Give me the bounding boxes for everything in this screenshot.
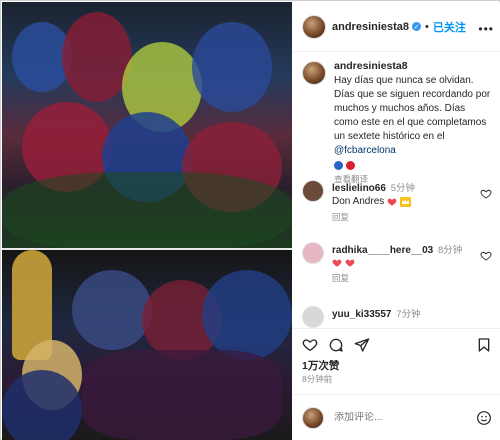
share-send-icon[interactable] bbox=[354, 337, 370, 353]
author-avatar[interactable] bbox=[302, 14, 326, 39]
more-options-icon[interactable]: ••• bbox=[478, 22, 494, 36]
comment-text: Don Andres bbox=[332, 196, 472, 207]
comment-bubble-icon[interactable] bbox=[328, 337, 344, 353]
trophy-photo bbox=[2, 250, 292, 440]
comment-text bbox=[332, 258, 472, 268]
post-details-panel: andresiniesta8 ✓ • 已关注 ••• andresiniesta… bbox=[292, 2, 500, 440]
team-celebration-photo bbox=[2, 2, 292, 248]
red-heart-emoji-icon bbox=[387, 198, 397, 206]
comment-time: 5分钟 bbox=[390, 183, 415, 194]
post-header: andresiniesta8 ✓ • 已关注 ••• bbox=[292, 2, 500, 52]
like-comment-heart-icon[interactable] bbox=[480, 188, 492, 200]
caption-text: Hay días que nunca se olvidan. Días que … bbox=[334, 74, 492, 158]
commenter-avatar[interactable] bbox=[302, 180, 324, 202]
post-timestamp: 8分钟前 bbox=[302, 374, 333, 384]
following-button[interactable]: 已关注 bbox=[433, 19, 466, 35]
post-window: andresiniesta8 ✓ • 已关注 ••• andresiniesta… bbox=[0, 0, 500, 440]
post-caption: andresiniesta8 Hay días que nunca se olv… bbox=[292, 52, 500, 185]
red-circle-emoji-icon bbox=[346, 161, 355, 170]
emoji-picker-icon[interactable] bbox=[476, 410, 492, 426]
like-heart-icon[interactable] bbox=[302, 337, 318, 353]
like-count[interactable]: 1万次赞 bbox=[302, 358, 339, 373]
comment-time: 8分钟 bbox=[437, 245, 463, 256]
comment-item: yuu_ki33557 7分钟 bbox=[302, 306, 496, 328]
add-comment-bar bbox=[292, 394, 500, 440]
caption-author-avatar[interactable] bbox=[302, 61, 326, 85]
comment-text-content: Don Andres bbox=[332, 196, 385, 207]
reply-button[interactable]: 回复 bbox=[332, 211, 472, 223]
commenter-avatar[interactable] bbox=[302, 242, 324, 264]
commenter-username[interactable]: yuu_ki33557 bbox=[332, 309, 392, 320]
commenter-username[interactable]: leslielino66 bbox=[332, 183, 386, 194]
comment-item: radhika____here__03 8分钟 回复 bbox=[302, 242, 496, 284]
add-comment-input[interactable] bbox=[334, 412, 464, 423]
caption-body-text: Hay días que nunca se olvidan. Días que … bbox=[334, 75, 491, 142]
blue-circle-emoji-icon bbox=[334, 161, 343, 170]
caption-username[interactable]: andresiniesta8 bbox=[334, 60, 492, 72]
mention-link[interactable]: @fcbarcelona bbox=[334, 145, 396, 156]
separator-dot: • bbox=[425, 20, 429, 33]
current-user-avatar bbox=[302, 406, 324, 429]
save-bookmark-icon[interactable] bbox=[476, 337, 492, 353]
verified-badge-icon: ✓ bbox=[412, 22, 422, 31]
caption-emojis bbox=[334, 161, 492, 170]
author-username[interactable]: andresiniesta8 bbox=[332, 21, 409, 33]
comment-time: 7分钟 bbox=[396, 309, 421, 320]
red-heart-emoji-icon bbox=[332, 259, 342, 267]
reply-button[interactable]: 回复 bbox=[332, 272, 472, 284]
crown-emoji-icon bbox=[400, 196, 412, 207]
commenter-avatar[interactable] bbox=[302, 306, 324, 328]
post-photo[interactable] bbox=[2, 2, 292, 440]
like-comment-heart-icon[interactable] bbox=[480, 250, 492, 262]
commenter-username[interactable]: radhika____here__03 bbox=[332, 245, 433, 256]
comment-item: leslielino66 5分钟 Don Andres 回复 bbox=[302, 180, 496, 223]
red-heart-emoji-icon bbox=[345, 259, 355, 267]
